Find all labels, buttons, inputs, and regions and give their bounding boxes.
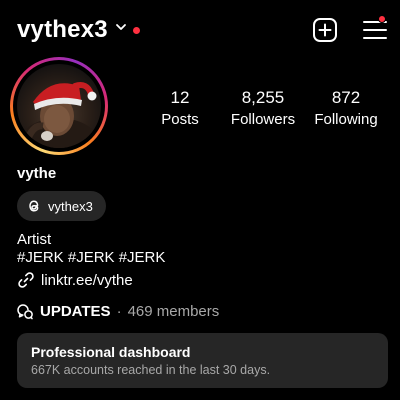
account-username[interactable]: vythex3 [17, 16, 108, 44]
stat-following[interactable]: 872 Following [311, 88, 381, 128]
bio-hashtags[interactable]: #JERK #JERK #JERK [17, 249, 165, 266]
menu-notification-dot [378, 15, 386, 23]
channel-members: 469 members [127, 303, 220, 320]
stat-posts[interactable]: 12 Posts [150, 88, 210, 128]
followers-count: 8,255 [241, 88, 285, 107]
avatar[interactable] [17, 64, 101, 148]
threads-badge-button[interactable]: vythex3 [17, 191, 106, 221]
followers-label: Followers [230, 111, 296, 128]
channel-name: UPDATES [40, 303, 111, 320]
channel-chat-icon [17, 304, 33, 320]
top-bar: vythex3 [0, 0, 400, 62]
bio-link[interactable]: linktr.ee/vythe [17, 271, 133, 289]
bio-link-text[interactable]: linktr.ee/vythe [41, 272, 133, 289]
posts-label: Posts [161, 111, 199, 128]
bio-category: Artist [17, 231, 52, 248]
display-name: vythe [17, 165, 57, 182]
stat-followers[interactable]: 8,255 Followers [228, 88, 298, 128]
link-icon [18, 272, 34, 288]
posts-count: 12 [170, 88, 190, 107]
dashboard-subtitle: 667K accounts reached in the last 30 day… [31, 363, 271, 377]
following-count: 872 [331, 88, 361, 107]
channel-separator: · [116, 303, 122, 320]
new-post-icon[interactable] [312, 17, 338, 43]
threads-handle: vythex3 [48, 198, 93, 214]
threads-icon [29, 200, 39, 212]
notification-dot [133, 27, 140, 34]
chevron-down-icon[interactable] [114, 20, 128, 34]
dashboard-title: Professional dashboard [31, 344, 191, 360]
following-label: Following [314, 111, 378, 128]
broadcast-channel-row[interactable]: UPDATES · 469 members [17, 303, 219, 320]
professional-dashboard-card[interactable]: Professional dashboard 667K accounts rea… [17, 333, 388, 388]
avatar-story-ring[interactable] [10, 57, 108, 155]
avatar-photo [19, 82, 99, 148]
